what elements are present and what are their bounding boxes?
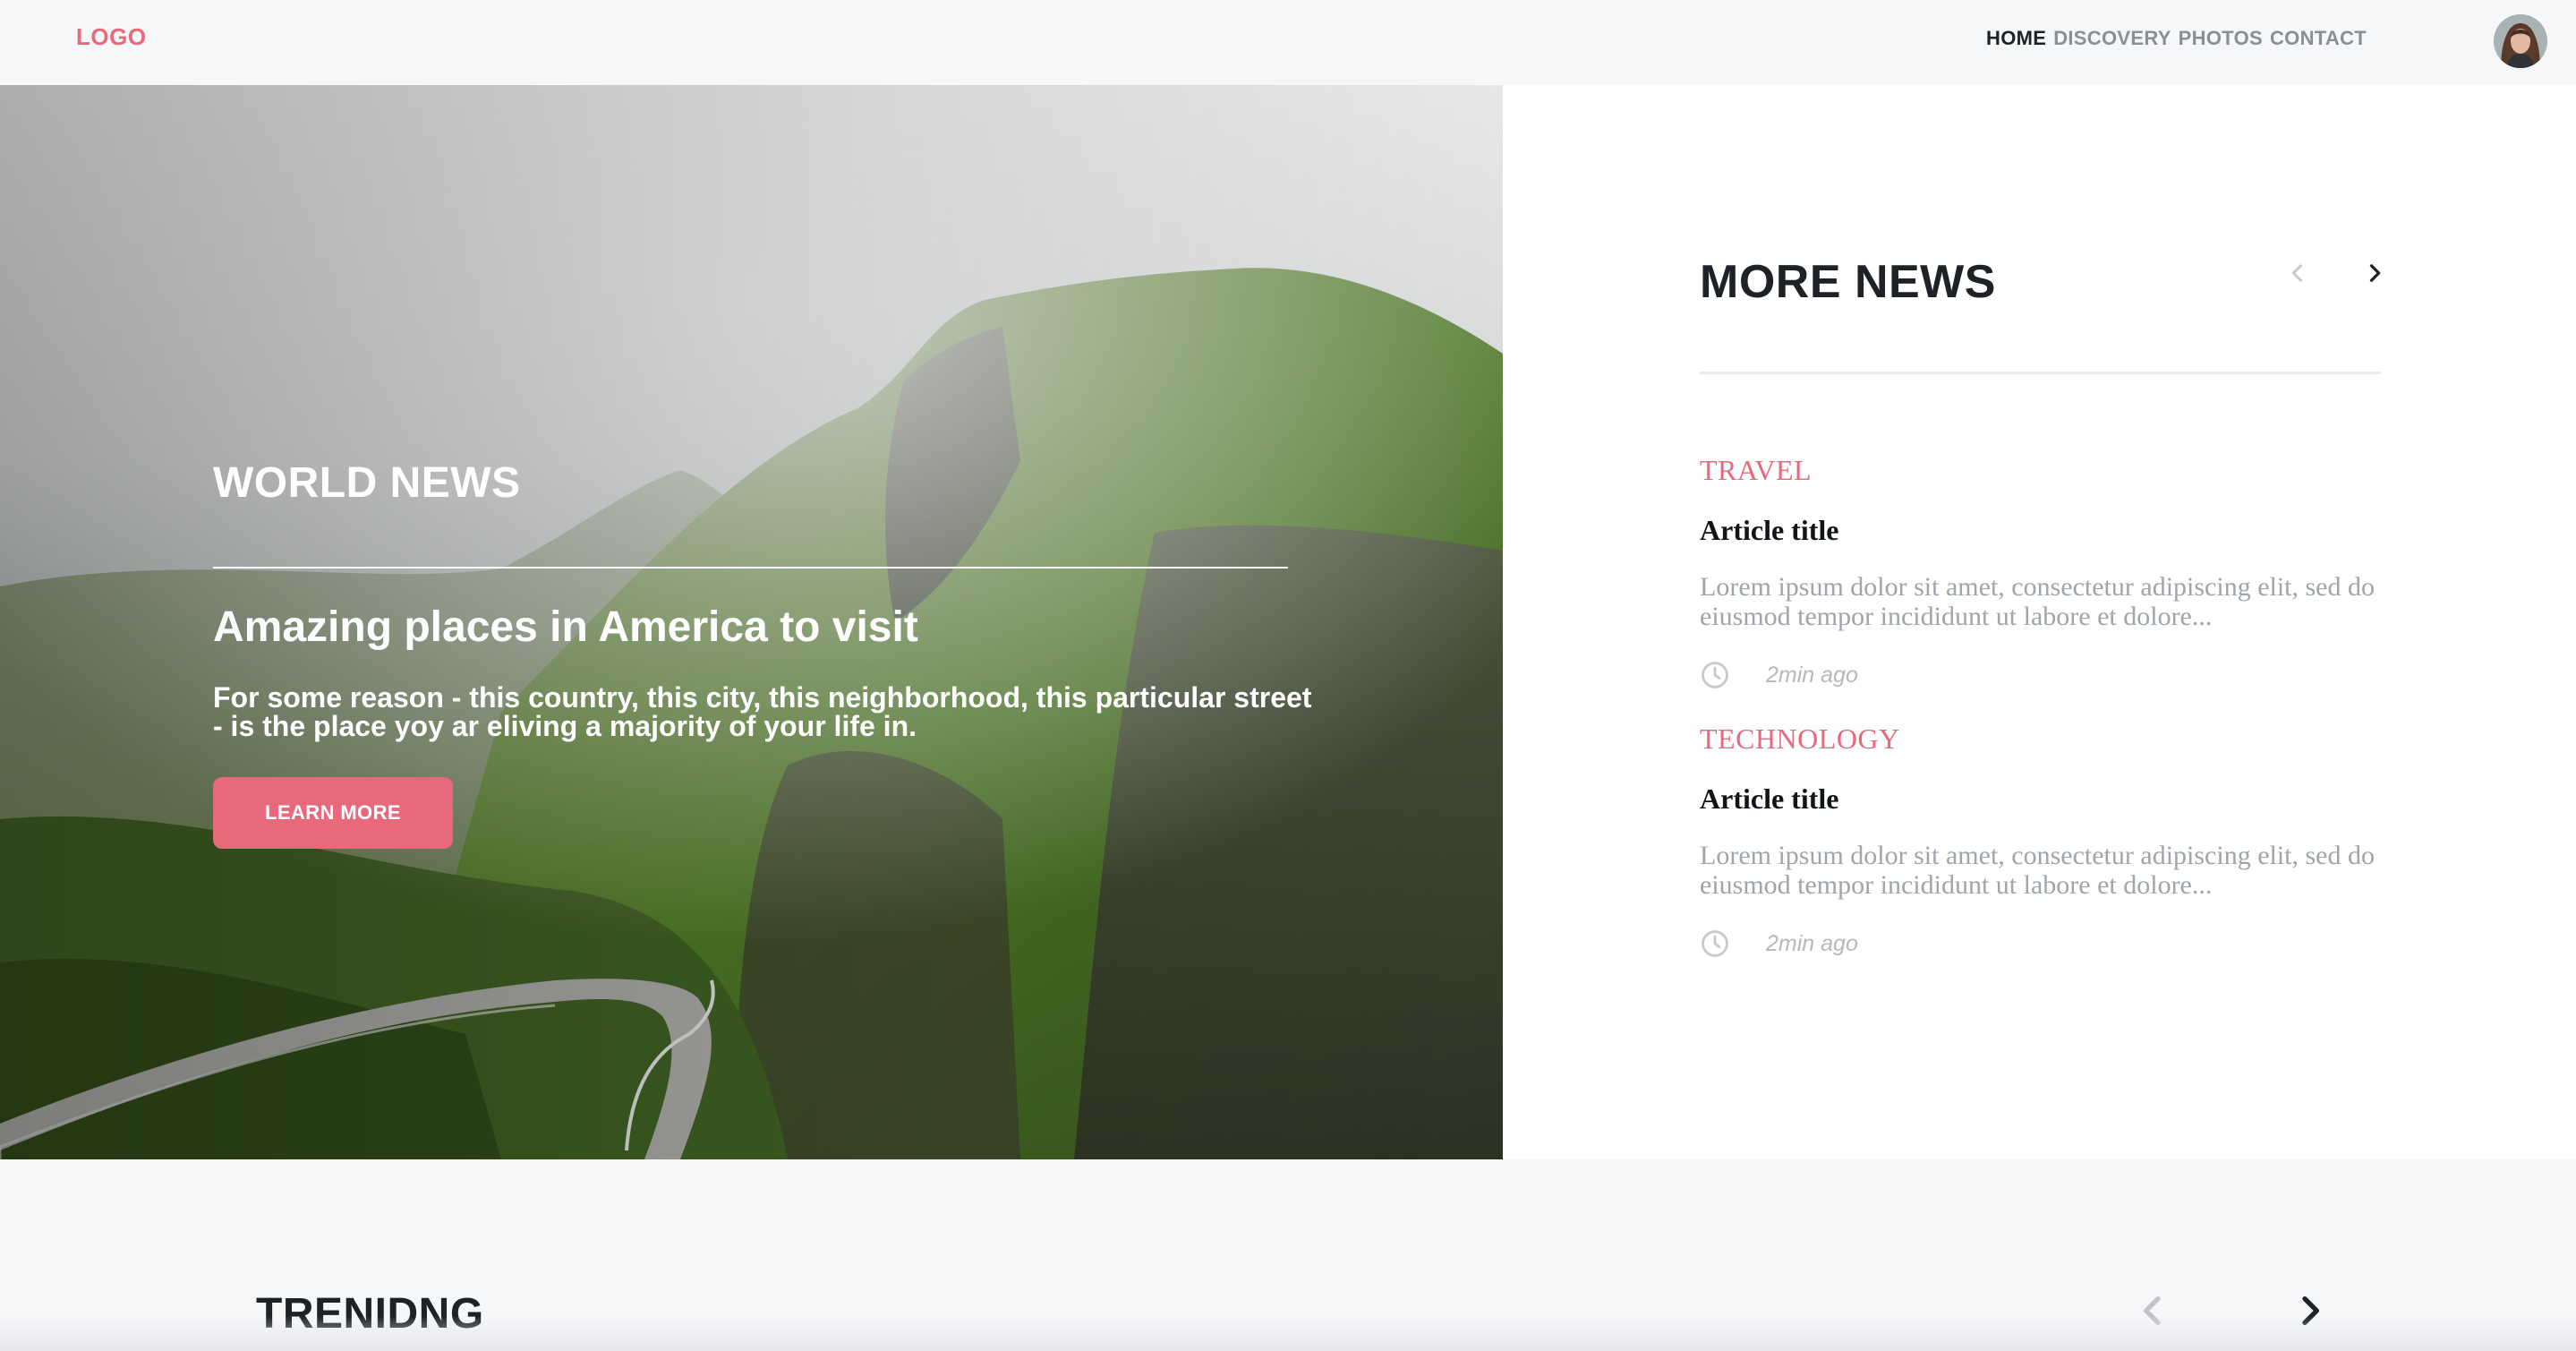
article-excerpt: Lorem ipsum dolor sit amet, consectetur … — [1700, 841, 2375, 900]
nav-discovery[interactable]: DISCOVERY — [2053, 27, 2171, 50]
article-category[interactable]: TRAVEL — [1700, 454, 2416, 487]
user-avatar-icon — [2494, 14, 2547, 68]
logo[interactable]: LOGO — [76, 23, 147, 51]
article-excerpt: Lorem ipsum dolor sit amet, consectetur … — [1700, 572, 2375, 631]
learn-more-button[interactable]: LEARN MORE — [213, 777, 453, 849]
hero-divider — [213, 567, 1288, 569]
hero-title: Amazing places in America to visit — [213, 603, 918, 651]
nav-contact[interactable]: CONTACT — [2270, 27, 2367, 50]
top-navbar: LOGO HOME DISCOVERY PHOTOS CONTACT — [0, 0, 2576, 85]
more-news-title: MORE NEWS — [1700, 256, 1996, 308]
trending-title: TRENIDNG — [256, 1290, 484, 1338]
more-news-prev-button[interactable] — [2280, 255, 2316, 291]
trending-prev-button[interactable] — [2132, 1289, 2175, 1332]
hero-section: WORLD NEWS Amazing places in America to … — [0, 85, 1503, 1159]
clock-icon — [1702, 662, 1728, 688]
article-time: 2min ago — [1766, 930, 1858, 956]
avatar[interactable] — [2494, 14, 2547, 68]
more-news-next-button[interactable] — [2357, 255, 2393, 291]
hero-description: For some reason - this country, this cit… — [213, 681, 1312, 742]
main-nav: HOME DISCOVERY PHOTOS CONTACT — [1986, 27, 2367, 50]
article-meta: 2min ago — [1700, 928, 1858, 959]
hero-category: WORLD NEWS — [213, 459, 521, 507]
chevron-left-icon — [2291, 264, 2303, 282]
article-title[interactable]: Article title — [1700, 782, 1838, 816]
clock-icon — [1702, 930, 1728, 957]
nav-home[interactable]: HOME — [1986, 27, 2046, 50]
news-article[interactable]: TECHNOLOGY Article title Lorem ipsum dol… — [1700, 723, 2416, 957]
article-time: 2min ago — [1766, 662, 1858, 688]
article-meta: 2min ago — [1700, 660, 1858, 690]
chevron-left-icon — [2144, 1296, 2161, 1325]
more-news-divider — [1700, 372, 2381, 374]
chevron-right-icon — [2302, 1296, 2319, 1325]
trending-next-button[interactable] — [2288, 1289, 2331, 1332]
more-news-panel: MORE NEWS TRAVEL Article title Lorem ips… — [1503, 85, 2576, 1159]
chevron-right-icon — [2369, 264, 2381, 282]
news-article[interactable]: TRAVEL Article title Lorem ipsum dolor s… — [1700, 454, 2416, 688]
article-category[interactable]: TECHNOLOGY — [1700, 723, 2416, 756]
nav-photos[interactable]: PHOTOS — [2179, 27, 2263, 50]
article-title[interactable]: Article title — [1700, 514, 1838, 547]
